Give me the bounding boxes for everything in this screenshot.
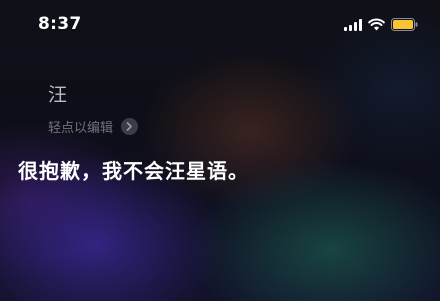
tap-to-edit-button[interactable]: 轻点以编辑 — [48, 117, 139, 136]
status-icons — [344, 17, 418, 31]
signal-icon — [344, 19, 362, 31]
wifi-icon — [368, 18, 385, 31]
tap-to-edit-label: 轻点以编辑 — [48, 121, 114, 136]
siri-response-text: 很抱歉，我不会汪星语。 — [18, 159, 249, 183]
status-bar: 8:37 — [0, 0, 440, 48]
status-time: 8:37 — [38, 14, 82, 34]
chevron-right-icon[interactable] — [121, 118, 139, 135]
siri-query-text[interactable]: 汪 — [48, 80, 67, 107]
battery-icon — [391, 18, 418, 31]
